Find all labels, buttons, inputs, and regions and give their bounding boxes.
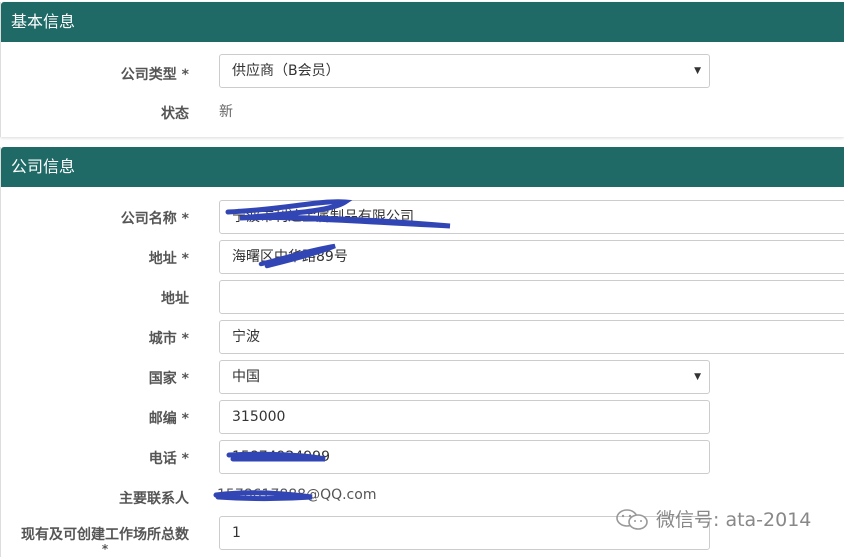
address1-label: 地址 * (148, 251, 189, 267)
country-label: 国家 * (148, 371, 189, 387)
phone-value: 15874924999 (232, 449, 330, 465)
company-name-label: 公司名称 * (120, 211, 189, 227)
address1-value: 海曙区中华路89号 (232, 249, 348, 265)
status-label: 状态 (161, 106, 189, 122)
city-value: 宁波 (232, 329, 260, 345)
dropdown-caret-icon: ▼ (694, 66, 701, 76)
wechat-watermark: 微信号: ata-2014 (614, 505, 811, 532)
company-type-select[interactable]: 供应商（B会员） ▼ (219, 54, 710, 88)
city-input[interactable]: 宁波 (219, 320, 844, 354)
zip-value: 315000 (232, 409, 286, 425)
company-info-panel: 公司信息 公司名称 * 宁波市利达金属制品有限公司 地址 * 海曙区中华路89号… (0, 147, 844, 557)
address1-input[interactable]: 海曙区中华路89号 (219, 240, 844, 274)
zip-input[interactable]: 315000 (219, 400, 710, 434)
wechat-icon (616, 508, 648, 530)
city-label: 城市 * (148, 331, 189, 347)
workplaces-value: 1 (232, 525, 241, 541)
status-value: 新 (219, 104, 233, 120)
dropdown-caret-icon: ▼ (694, 372, 701, 382)
phone-label: 电话 * (148, 451, 189, 467)
zip-label: 邮编 * (148, 411, 189, 427)
basic-info-panel: 基本信息 公司类型 * 供应商（B会员） ▼ 状态 新 (0, 2, 844, 137)
company-name-value: 宁波市利达金属制品有限公司 (232, 209, 414, 225)
company-type-value: 供应商（B会员） (232, 63, 340, 79)
watermark-text: 微信号: ata-2014 (656, 509, 812, 531)
workplaces-label: 现有及可创建工作场所总数 * (21, 524, 189, 556)
address2-input[interactable] (219, 280, 844, 314)
country-select[interactable]: 中国 ▼ (219, 360, 710, 394)
address2-label: 地址 (161, 291, 189, 307)
company-name-input[interactable]: 宁波市利达金属制品有限公司 (219, 200, 844, 234)
contact-label: 主要联系人 (119, 491, 189, 507)
phone-input[interactable]: 15874924999 (219, 440, 710, 474)
company-info-header: 公司信息 (1, 147, 844, 187)
company-type-label: 公司类型 * (120, 67, 189, 83)
country-value: 中国 (232, 369, 260, 385)
workplaces-label-text: 现有及可创建工作场所总数 (21, 527, 189, 543)
basic-info-header: 基本信息 (1, 2, 844, 42)
required-star: * (101, 542, 109, 556)
contact-value: 1578617888@QQ.com (217, 487, 377, 503)
